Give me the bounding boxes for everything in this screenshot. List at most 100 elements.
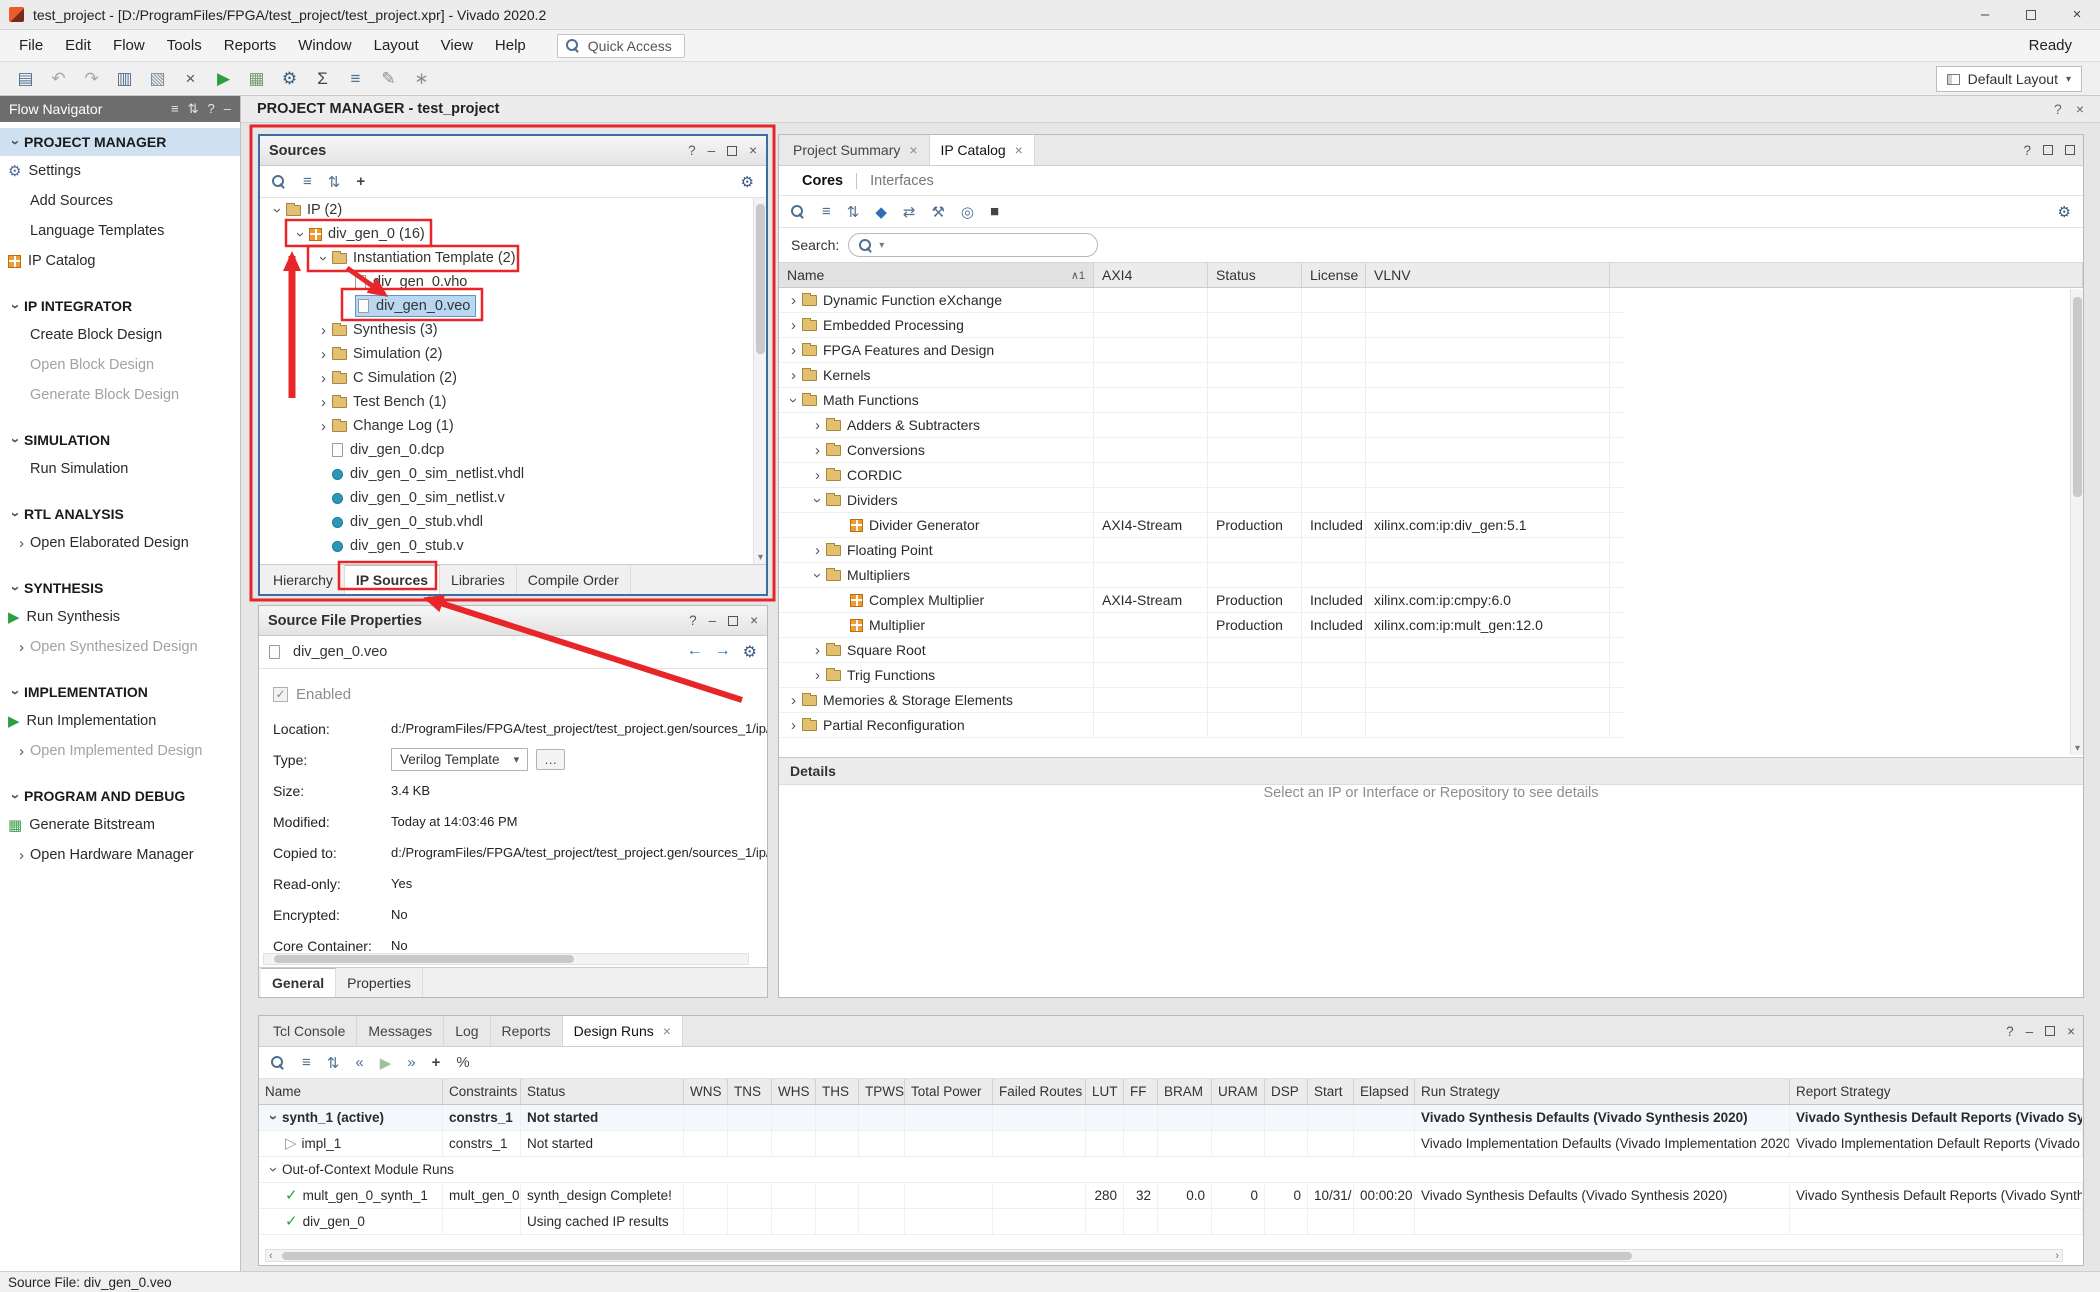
sidebar-item-run-simulation[interactable]: Run Simulation [0, 454, 240, 484]
runs-column-report-strategy[interactable]: Report Strategy [1790, 1079, 2083, 1104]
menu-help[interactable]: Help [484, 33, 537, 58]
step-back-icon[interactable]: « [355, 1054, 363, 1071]
menu-edit[interactable]: Edit [54, 33, 102, 58]
chevron-right-icon[interactable]: › [809, 443, 826, 458]
save-icon[interactable]: ▤ [10, 65, 41, 92]
runs-column-ths[interactable]: THS [816, 1079, 859, 1104]
delete-icon[interactable]: × [175, 65, 206, 92]
chevron-right-icon[interactable]: › [315, 347, 332, 362]
runs-column-lut[interactable]: LUT [1086, 1079, 1124, 1104]
layout-select[interactable]: Default Layout ▾ [1936, 66, 2082, 92]
maximize-icon[interactable] [2065, 145, 2075, 155]
more-button[interactable]: … [536, 749, 565, 770]
runs-column-run-strategy[interactable]: Run Strategy [1415, 1079, 1790, 1104]
program-device-icon[interactable]: ▦ [241, 65, 272, 92]
runs-column-total-power[interactable]: Total Power [905, 1079, 993, 1104]
menu-flow[interactable]: Flow [102, 33, 156, 58]
add-run-icon[interactable]: + [432, 1054, 441, 1071]
chevron-right-icon[interactable]: › [809, 643, 826, 658]
sidebar-section-synthesis[interactable]: ›SYNTHESIS [0, 574, 240, 602]
sidebar-section-simulation[interactable]: ›SIMULATION [0, 426, 240, 454]
chevron-right-icon[interactable]: › [785, 718, 802, 733]
settings-gear-icon[interactable]: ⚙ [741, 173, 754, 191]
design-run-row-out-of-context-module-runs[interactable]: ›Out-of-Context Module Runs [259, 1157, 2083, 1183]
sort-icon[interactable]: ⇅ [188, 101, 199, 117]
close-icon[interactable]: × [663, 1023, 671, 1039]
tab-project-summary[interactable]: Project Summary× [782, 135, 930, 165]
sources-tab-compile-order[interactable]: Compile Order [517, 565, 631, 594]
sidebar-section-project-manager[interactable]: ›PROJECT MANAGER [0, 128, 240, 156]
ip-catalog-row-memories-storage-elements[interactable]: ›Memories & Storage Elements [779, 688, 1625, 713]
menu-icon[interactable]: ≡ [171, 101, 179, 117]
chevron-down-icon[interactable]: › [270, 202, 285, 219]
edit-icon[interactable]: ✎ [373, 65, 404, 92]
ip-catalog-row-fpga-features-and-design[interactable]: ›FPGA Features and Design [779, 338, 1625, 363]
chevron-down-icon[interactable]: › [8, 432, 23, 449]
copy-icon[interactable]: ▥ [109, 65, 140, 92]
column-header-axi4[interactable]: AXI4 [1094, 263, 1208, 287]
menu-file[interactable]: File [8, 33, 54, 58]
search-icon[interactable] [791, 205, 804, 218]
chevron-down-icon[interactable]: › [810, 492, 825, 509]
runs-column-uram[interactable]: URAM [1212, 1079, 1265, 1104]
chevron-down-icon[interactable]: › [266, 1109, 281, 1126]
design-run-row-div-g-en-0[interactable]: ✓div_g​en_0Using cached IP results [259, 1209, 2083, 1235]
chevron-right-icon[interactable]: › [315, 323, 332, 338]
target-icon[interactable]: ◎ [961, 203, 974, 221]
chevron-right-icon[interactable]: › [785, 693, 802, 708]
menu-view[interactable]: View [430, 33, 484, 58]
chevron-right-icon[interactable]: › [13, 536, 30, 551]
runs-column-status[interactable]: Status [521, 1079, 684, 1104]
properties-tab-general[interactable]: General [261, 968, 336, 997]
runs-column-tpws[interactable]: TPWS [859, 1079, 905, 1104]
close-icon[interactable]: × [2067, 1024, 2075, 1039]
ip-catalog-row-conversions[interactable]: ›Conversions [779, 438, 1625, 463]
runs-column-dsp[interactable]: DSP [1265, 1079, 1308, 1104]
chevron-right-icon[interactable]: › [785, 318, 802, 333]
chevron-down-icon[interactable]: › [316, 250, 331, 267]
runs-horizontal-scrollbar[interactable]: ‹ › [265, 1249, 2063, 1262]
runs-column-whs[interactable]: WHS [772, 1079, 816, 1104]
tree-item-change-log-1[interactable]: ›Change Log (1) [260, 414, 766, 438]
chevron-down-icon[interactable]: › [8, 788, 23, 805]
expand-all-icon[interactable]: ⇅ [327, 1054, 340, 1072]
paste-icon[interactable]: ▧ [142, 65, 173, 92]
help-icon[interactable]: ? [2054, 101, 2062, 117]
collapse-all-icon[interactable]: ≡ [822, 203, 831, 220]
close-icon[interactable]: × [750, 613, 758, 628]
ip-catalog-row-multiplier[interactable]: MultiplierProductionIncludedxilinx.com:i… [779, 613, 1625, 638]
tree-item-div-gen-0-dcp[interactable]: div_gen_0.dcp [260, 438, 766, 462]
ip-catalog-row-square-root[interactable]: ›Square Root [779, 638, 1625, 663]
forward-icon[interactable]: → [715, 642, 731, 662]
step-forward-icon[interactable]: » [407, 1054, 415, 1071]
search-icon[interactable] [272, 175, 285, 188]
tree-item-div-gen-0-stub-vhdl[interactable]: div_gen_0_stub.vhdl [260, 510, 766, 534]
column-header-license[interactable]: License [1302, 263, 1366, 287]
minimize-icon[interactable]: – [2026, 1024, 2034, 1039]
collapse-all-icon[interactable]: ≡ [302, 1054, 311, 1071]
column-header-name[interactable]: Name∧1 [779, 263, 1094, 287]
customize-icon[interactable]: ⚒ [931, 203, 944, 221]
chevron-down-icon[interactable]: › [810, 567, 825, 584]
settings-icon[interactable]: ⚙ [274, 65, 305, 92]
scroll-down-icon[interactable]: ▾ [2071, 743, 2083, 754]
tree-item-ip-2[interactable]: ›IP (2) [260, 198, 766, 222]
sidebar-section-program-and-debug[interactable]: ›PROGRAM AND DEBUG [0, 782, 240, 810]
sources-vertical-scrollbar[interactable]: ▾ [753, 198, 766, 564]
runs-column-ff[interactable]: FF [1124, 1079, 1158, 1104]
tree-item-div-gen-0-sim-netlist-v[interactable]: div_gen_0_sim_netlist.v [260, 486, 766, 510]
properties-tab-properties[interactable]: Properties [336, 968, 423, 997]
subtab-cores[interactable]: Cores [789, 173, 856, 189]
redo-icon[interactable]: ↷ [76, 65, 107, 92]
tree-item-div-gen-0-vho[interactable]: div_gen_0.vho [260, 270, 766, 294]
menu-window[interactable]: Window [287, 33, 362, 58]
help-icon[interactable]: ? [688, 143, 696, 158]
chevron-down-icon[interactable]: › [266, 1161, 281, 1178]
sources-tab-hierarchy[interactable]: Hierarchy [262, 565, 345, 594]
tree-item-div-gen-0-16[interactable]: ›div_gen_0 (16) [260, 222, 766, 246]
chevron-down-icon[interactable]: › [8, 134, 23, 151]
sidebar-item-ip-catalog[interactable]: IP Catalog [0, 246, 240, 276]
sidebar-item-run-synthesis[interactable]: ▶Run Synthesis [0, 602, 240, 632]
sidebar-section-ip-integrator[interactable]: ›IP INTEGRATOR [0, 292, 240, 320]
sidebar-item-add-sources[interactable]: Add Sources [0, 186, 240, 216]
